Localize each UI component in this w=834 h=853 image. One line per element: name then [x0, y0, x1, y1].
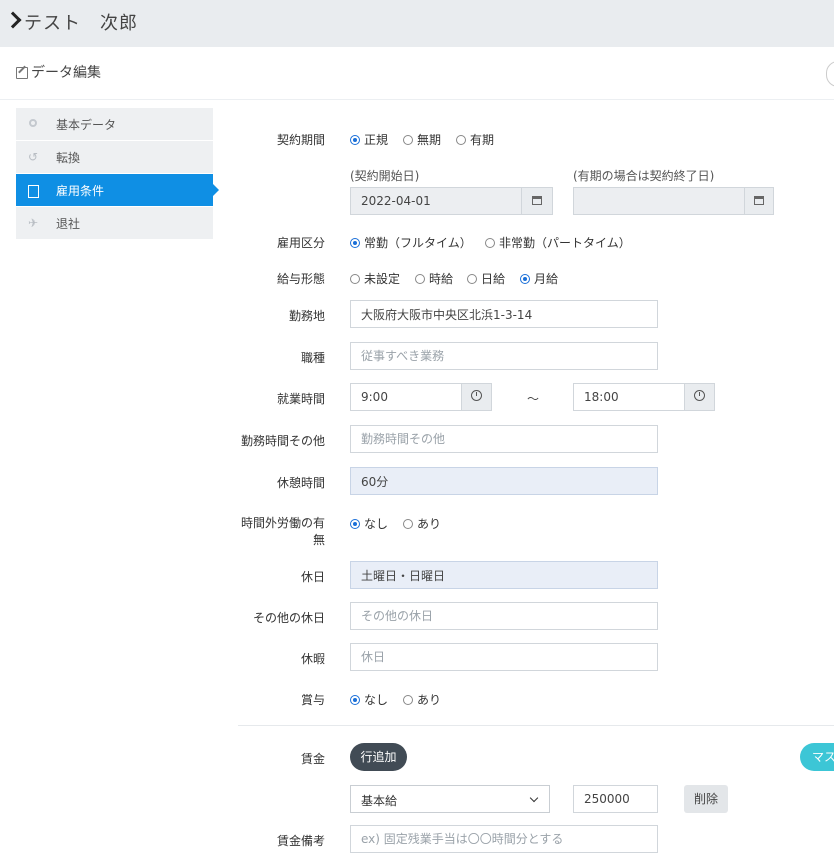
radio-icon — [403, 695, 413, 705]
wage-amount-input[interactable] — [573, 785, 658, 813]
leave-input[interactable] — [350, 643, 658, 671]
radio-icon — [456, 135, 466, 145]
edit-icon — [16, 67, 28, 79]
employment-type-radio-fulltime[interactable]: 常勤（フルタイム） — [350, 234, 472, 251]
calendar-icon — [754, 196, 764, 205]
sidebar-item-conversion[interactable]: ↺ 転換 — [16, 141, 213, 174]
occupation-input[interactable] — [350, 342, 658, 370]
chevron-down-icon — [529, 793, 539, 803]
pay-form-label: 給与形態 — [276, 272, 325, 286]
occupation-label: 職種 — [300, 351, 325, 365]
calendar-icon — [532, 196, 542, 205]
break-time-input[interactable] — [350, 467, 658, 495]
radio-checked-icon — [520, 274, 530, 284]
clock-icon — [694, 390, 705, 401]
sidebar-item-label: 基本データ — [56, 118, 117, 132]
pay-form-radio-daily[interactable]: 日給 — [467, 270, 505, 287]
sidebar-item-label: 転換 — [56, 151, 81, 165]
end-date-calendar-button[interactable] — [744, 187, 774, 215]
page-header: テスト 次郎 — [0, 0, 834, 47]
work-hours-other-input[interactable] — [350, 425, 658, 453]
bonus-label: 賞与 — [300, 693, 325, 707]
wage-type-select[interactable]: 基本給 — [350, 785, 550, 813]
sidebar-item-retirement[interactable]: ✈ 退社 — [16, 207, 213, 240]
overtime-radio-none[interactable]: なし — [350, 515, 388, 532]
sidebar-item-employment-terms[interactable]: 雇用条件 — [16, 174, 219, 207]
radio-checked-icon — [350, 238, 360, 248]
contract-period-label: 契約期間 — [276, 133, 325, 147]
employment-type-label: 雇用区分 — [276, 236, 325, 250]
workplace-label: 勤務地 — [288, 309, 325, 323]
contract-period-radio-regular[interactable]: 正規 — [350, 131, 388, 148]
radio-icon — [467, 274, 477, 284]
radio-icon — [403, 519, 413, 529]
holiday-input[interactable] — [350, 561, 658, 589]
chevron-right-icon — [4, 11, 22, 29]
break-time-label: 休憩時間 — [276, 476, 325, 490]
end-date-hint: (有期の場合は契約終了日) — [573, 169, 715, 183]
time-range-separator: ～ — [527, 392, 540, 406]
holiday-label: 休日 — [300, 570, 325, 584]
pay-form-radio-hourly[interactable]: 時給 — [415, 270, 453, 287]
overtime-label: 時間外労働の有無 — [240, 516, 325, 547]
start-date-hint: (契約開始日) — [350, 169, 420, 183]
radio-icon — [350, 274, 360, 284]
plane-icon: ✈ — [28, 216, 39, 230]
work-start-clock-button[interactable] — [461, 383, 492, 411]
radio-checked-icon — [350, 519, 360, 529]
radio-icon — [415, 274, 425, 284]
page-title: テスト 次郎 — [24, 13, 138, 34]
bonus-radio-none[interactable]: なし — [350, 691, 388, 708]
section-title: データ編集 — [31, 65, 101, 81]
end-date-input[interactable] — [573, 187, 745, 215]
start-date-calendar-button[interactable] — [521, 187, 553, 215]
clock-icon — [471, 390, 482, 401]
add-row-button[interactable]: 行追加 — [350, 743, 407, 771]
master-button[interactable]: マスタ — [800, 743, 834, 771]
pay-form-radio-monthly[interactable]: 月給 — [520, 270, 558, 287]
wage-note-input[interactable] — [350, 825, 658, 853]
bonus-radio-yes[interactable]: あり — [403, 691, 441, 708]
circle-button[interactable] — [826, 61, 834, 87]
radio-checked-icon — [350, 135, 360, 145]
work-hours-label: 就業時間 — [276, 392, 325, 406]
other-holiday-input[interactable] — [350, 602, 658, 630]
wage-label: 賃金 — [300, 752, 325, 766]
leave-label: 休暇 — [300, 652, 325, 666]
work-start-input[interactable] — [350, 383, 462, 411]
wage-note-label: 賃金備考 — [276, 834, 325, 848]
radio-icon — [403, 135, 413, 145]
pay-form-radio-unset[interactable]: 未設定 — [350, 270, 400, 287]
other-holiday-label: その他の休日 — [252, 611, 325, 625]
workplace-input[interactable] — [350, 300, 658, 328]
work-end-input[interactable] — [573, 383, 685, 411]
document-icon — [28, 185, 39, 198]
overtime-radio-yes[interactable]: あり — [403, 515, 441, 532]
section-header: データ編集 — [0, 47, 834, 100]
section-divider — [238, 725, 834, 726]
employment-type-radio-parttime[interactable]: 非常勤（パートタイム） — [485, 234, 631, 251]
work-hours-other-label: 勤務時間その他 — [240, 434, 325, 448]
sidebar-item-basic-data[interactable]: 基本データ — [16, 108, 213, 141]
radio-icon — [485, 238, 495, 248]
sidebar-item-label: 退社 — [56, 217, 81, 231]
gear-icon — [28, 119, 38, 129]
sidebar-item-label: 雇用条件 — [56, 184, 105, 198]
start-date-input[interactable] — [350, 187, 522, 215]
contract-period-radio-indefinite[interactable]: 無期 — [403, 131, 441, 148]
radio-checked-icon — [350, 695, 360, 705]
sidebar: 基本データ ↺ 転換 雇用条件 ✈ 退社 — [16, 108, 219, 240]
work-end-clock-button[interactable] — [684, 383, 715, 411]
undo-icon: ↺ — [28, 150, 39, 164]
delete-button[interactable]: 削除 — [684, 785, 728, 813]
contract-period-radio-fixed[interactable]: 有期 — [456, 131, 494, 148]
